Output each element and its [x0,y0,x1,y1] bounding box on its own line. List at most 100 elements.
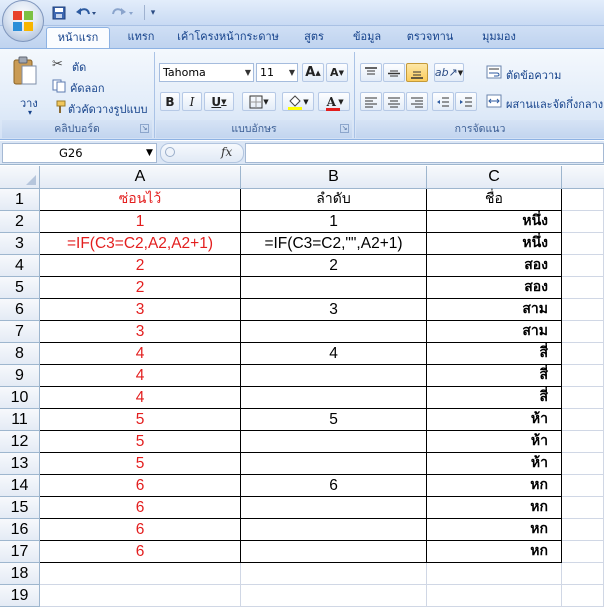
cell-b5[interactable] [241,277,427,299]
cell-b1[interactable]: ลำดับ [241,189,427,211]
cell-c8[interactable]: สี่ [427,343,562,365]
format-painter-button[interactable]: ตัวคัดวางรูปแบบ [52,99,152,116]
cell-d16[interactable] [562,519,604,541]
cell-d10[interactable] [562,387,604,409]
row-header[interactable]: 18 [0,563,40,585]
cell-c3[interactable]: หนึ่ง [427,233,562,255]
tab-page-layout[interactable]: เค้าโครงหน้ากระดาษ [172,27,284,48]
office-button[interactable] [2,0,44,42]
cell-c15[interactable]: หก [427,497,562,519]
row-header[interactable]: 9 [0,365,40,387]
chevron-down-icon[interactable]: ▼ [146,144,153,162]
shrink-font-button[interactable]: A ▼ [326,63,348,82]
tab-review[interactable]: ตรวจทาน [402,27,458,48]
column-header-d[interactable] [562,166,604,189]
row-header[interactable]: 1 [0,189,40,211]
tab-data[interactable]: ข้อมูล [344,27,390,48]
cell-a12[interactable]: 5 [40,431,241,453]
font-color-button[interactable]: A ▼ [318,92,350,111]
cell-a11[interactable]: 5 [40,409,241,431]
row-header[interactable]: 17 [0,541,40,563]
undo-icon[interactable] [72,4,100,21]
bold-button[interactable]: B [160,92,180,111]
fill-color-button[interactable]: ▼ [282,92,314,111]
cell-d9[interactable] [562,365,604,387]
row-header[interactable]: 11 [0,409,40,431]
cell-c14[interactable]: หก [427,475,562,497]
cell-b18[interactable] [241,563,427,585]
column-header-a[interactable]: A [40,166,241,189]
cell-b3[interactable]: =IF(C3=C2,"",A2+1) [241,233,427,255]
align-center-button[interactable] [383,92,405,111]
cell-b16[interactable] [241,519,427,541]
cell-d7[interactable] [562,321,604,343]
row-header[interactable]: 10 [0,387,40,409]
row-header[interactable]: 15 [0,497,40,519]
align-top-button[interactable] [360,63,382,82]
cell-c13[interactable]: ห้า [427,453,562,475]
cell-b2[interactable]: 1 [241,211,427,233]
cell-b4[interactable]: 2 [241,255,427,277]
cut-button[interactable]: ✂ ตัด [52,57,142,74]
align-bottom-button[interactable] [406,63,428,82]
cell-b7[interactable] [241,321,427,343]
cell-c16[interactable]: หก [427,519,562,541]
column-header-c[interactable]: C [427,166,562,189]
cell-b15[interactable] [241,497,427,519]
redo-icon[interactable] [106,4,138,21]
cell-a9[interactable]: 4 [40,365,241,387]
row-header[interactable]: 5 [0,277,40,299]
merge-center-button[interactable]: ผสานและจัดกึ่งกลาง [486,93,604,111]
cell-a16[interactable]: 6 [40,519,241,541]
row-header[interactable]: 8 [0,343,40,365]
cell-d15[interactable] [562,497,604,519]
font-dialog-launcher-icon[interactable]: ↘ [340,124,349,133]
cell-a14[interactable]: 6 [40,475,241,497]
row-header[interactable]: 7 [0,321,40,343]
align-middle-button[interactable] [383,63,405,82]
cell-c2[interactable]: หนึ่ง [427,211,562,233]
cell-d1[interactable] [562,189,604,211]
cell-d11[interactable] [562,409,604,431]
save-icon[interactable] [50,4,68,21]
cell-b19[interactable] [241,585,427,607]
cell-a1[interactable]: ซ่อนไว้ [40,189,241,211]
tab-home[interactable]: หน้าแรก [46,27,110,48]
select-all-corner[interactable] [0,166,40,189]
increase-indent-button[interactable] [455,92,477,111]
cell-b6[interactable]: 3 [241,299,427,321]
cell-b8[interactable]: 4 [241,343,427,365]
cell-a13[interactable]: 5 [40,453,241,475]
insert-function-icon[interactable]: fx [221,145,232,159]
cell-a19[interactable] [40,585,241,607]
row-header[interactable]: 4 [0,255,40,277]
cell-a18[interactable] [40,563,241,585]
row-header[interactable]: 14 [0,475,40,497]
cell-b9[interactable] [241,365,427,387]
row-header[interactable]: 16 [0,519,40,541]
cell-c18[interactable] [427,563,562,585]
row-header[interactable]: 13 [0,453,40,475]
font-size-dropdown[interactable]: 11 ▼ [256,63,298,82]
column-header-b[interactable]: B [241,166,427,189]
cell-a7[interactable]: 3 [40,321,241,343]
cell-a5[interactable]: 2 [40,277,241,299]
cell-a6[interactable]: 3 [40,299,241,321]
cell-c12[interactable]: ห้า [427,431,562,453]
cell-d8[interactable] [562,343,604,365]
cell-a17[interactable]: 6 [40,541,241,563]
cell-a15[interactable]: 6 [40,497,241,519]
grow-font-button[interactable]: A ▲ [302,63,324,82]
customize-quick-access-icon[interactable]: ▾ [148,4,158,21]
cell-a10[interactable]: 4 [40,387,241,409]
cell-a3[interactable]: =IF(C3=C2,A2,A2+1) [40,233,241,255]
tab-insert[interactable]: แทรก [118,27,164,48]
name-box[interactable]: G26 ▼ [2,143,157,163]
cell-a4[interactable]: 2 [40,255,241,277]
cell-c9[interactable]: สี่ [427,365,562,387]
row-header[interactable]: 2 [0,211,40,233]
cell-c5[interactable]: สอง [427,277,562,299]
cell-b14[interactable]: 6 [241,475,427,497]
underline-button[interactable]: U ▼ [204,92,234,111]
cell-c7[interactable]: สาม [427,321,562,343]
